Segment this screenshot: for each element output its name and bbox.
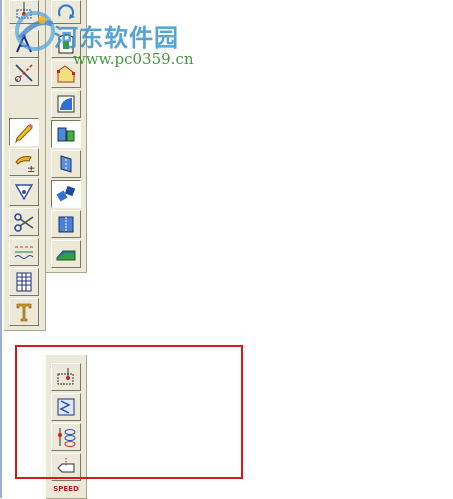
scissors-icon[interactable] xyxy=(9,208,39,236)
fold-piece-icon[interactable] xyxy=(51,210,81,238)
speed-label: SPEED xyxy=(53,485,79,493)
watermark-logo-icon xyxy=(15,11,55,51)
highlight-box xyxy=(15,345,243,479)
pencil-icon[interactable] xyxy=(9,118,39,146)
mirror-piece-icon[interactable] xyxy=(51,150,81,178)
watermark: 河东软件园 www.pc0359.cn xyxy=(10,6,210,70)
window-edge xyxy=(0,0,2,498)
watermark-url: www.pc0359.cn xyxy=(73,50,194,68)
text-tool-icon[interactable] xyxy=(9,298,39,326)
green-slope-icon[interactable] xyxy=(51,240,81,268)
blue-hand-icon[interactable] xyxy=(51,180,81,208)
blue-green-pieces-icon[interactable] xyxy=(51,120,81,148)
triangle-measure-icon[interactable] xyxy=(9,178,39,206)
svg-text:±: ± xyxy=(27,164,35,173)
square-frame-icon[interactable] xyxy=(51,90,81,118)
grid-pattern-icon[interactable] xyxy=(9,268,39,296)
pen-plus-icon[interactable]: ± xyxy=(9,148,39,176)
stitch-line-icon[interactable] xyxy=(9,238,39,266)
watermark-title: 河东软件园 xyxy=(54,24,179,52)
